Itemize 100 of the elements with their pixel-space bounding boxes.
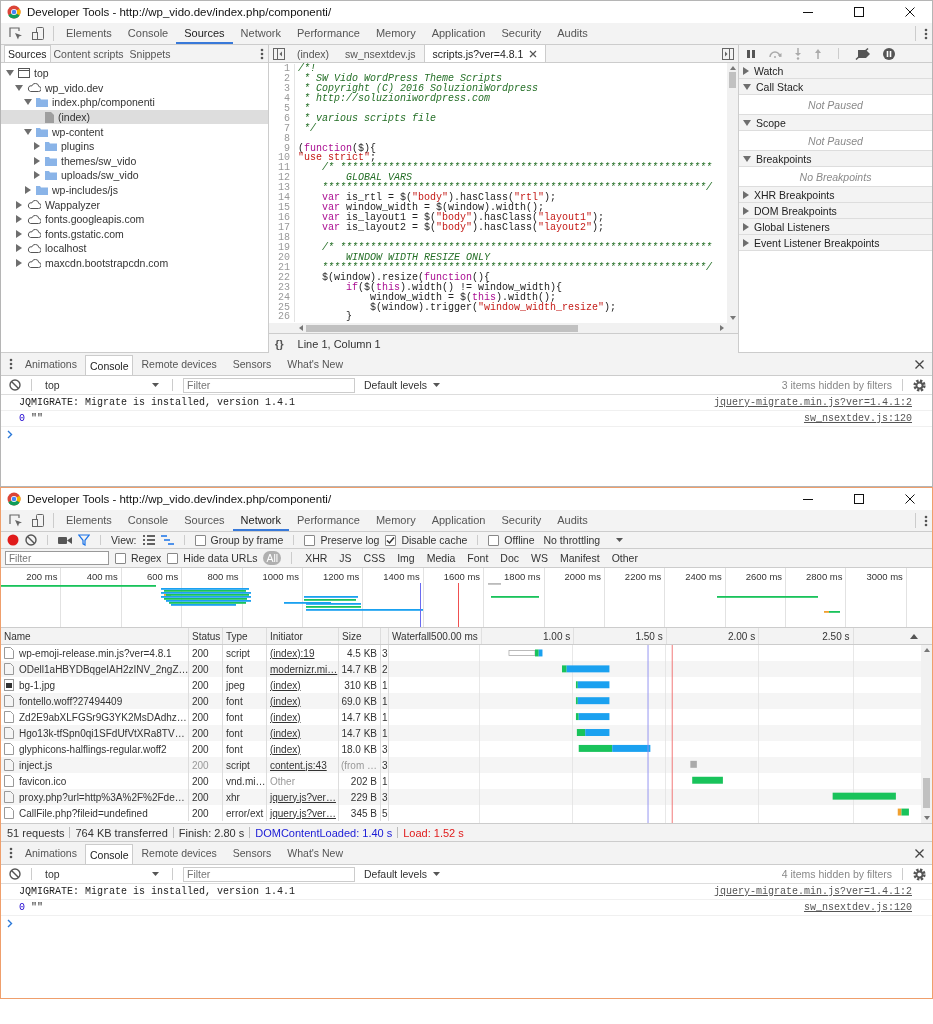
file-name[interactable]: Zd2E9abXLFGSr9G3YK2MsDAdhz…: [19, 711, 187, 723]
initiator-link[interactable]: (index): [270, 743, 301, 755]
section-header[interactable]: Event Listener Breakpoints: [739, 235, 932, 251]
tree-item[interactable]: (index): [1, 109, 268, 125]
type-filter-button[interactable]: Other: [608, 551, 641, 565]
disclosure-triangle-icon[interactable]: [34, 142, 40, 151]
overview-icon[interactable]: [160, 535, 174, 545]
initiator-link[interactable]: (index): [270, 679, 301, 691]
deactivate-breakpoints-icon[interactable]: [855, 47, 871, 60]
checkbox[interactable]: [115, 552, 126, 564]
checkbox[interactable]: [488, 534, 500, 546]
navigator-tab[interactable]: Content scripts: [50, 45, 127, 62]
type-filter-button[interactable]: XHR: [302, 551, 331, 565]
clear-console-icon[interactable]: [9, 868, 21, 880]
tree-item[interactable]: maxcdn.bootstrapcdn.com: [1, 255, 268, 271]
clear-icon[interactable]: [25, 534, 37, 546]
throttling-dropdown[interactable]: No throttling: [540, 534, 627, 546]
inspect-element-icon[interactable]: [9, 513, 23, 528]
initiator-link[interactable]: content.js:43: [270, 759, 327, 771]
column-header[interactable]: Initiator: [267, 628, 339, 644]
file-name[interactable]: ODell1aHBYDBqgeIAH2zINV_2ngZ…: [19, 663, 189, 675]
panel-tab[interactable]: Network: [232, 23, 289, 44]
maximize-icon[interactable]: [854, 7, 864, 17]
tree-item[interactable]: wp-content: [1, 124, 268, 139]
tree-item[interactable]: themes/sw_vido: [1, 153, 268, 169]
file-name[interactable]: Hgo13k-tfSpn0qi1SFdUfVtXRa8TV…: [19, 727, 185, 739]
drawer-tab[interactable]: Animations: [17, 842, 85, 864]
file-name[interactable]: glyphicons-halflings-regular.woff2: [19, 743, 167, 755]
tree-item[interactable]: localhost: [1, 241, 268, 256]
panel-tab[interactable]: Audits: [549, 510, 596, 531]
file-name[interactable]: proxy.php?url=http%3A%2F%2Fde…: [19, 791, 185, 803]
more-options-icon[interactable]: [9, 847, 13, 859]
more-options-icon[interactable]: [9, 358, 13, 370]
column-header[interactable]: Size: [339, 628, 381, 644]
close-icon[interactable]: [905, 7, 915, 17]
tree-item[interactable]: plugins: [1, 138, 268, 154]
panel-tab[interactable]: Elements: [58, 510, 120, 531]
initiator-link[interactable]: (index): [270, 727, 301, 739]
vertical-scrollbar[interactable]: [727, 63, 738, 323]
drawer-tab[interactable]: Animations: [17, 353, 85, 375]
section-header[interactable]: DOM Breakpoints: [739, 203, 932, 219]
disclosure-triangle-icon[interactable]: [15, 84, 23, 91]
panel-tab[interactable]: Sources: [176, 510, 233, 531]
drawer-tab[interactable]: Remote devices: [133, 353, 225, 375]
initiator-link[interactable]: (index): [270, 711, 301, 723]
close-icon[interactable]: [905, 494, 915, 504]
context-dropdown[interactable]: top: [42, 379, 162, 391]
tree-item[interactable]: wp_vido.dev: [1, 80, 268, 96]
disclosure-triangle-icon[interactable]: [24, 128, 32, 135]
navigator-tab[interactable]: Sources: [4, 45, 51, 62]
source-link[interactable]: jquery-migrate.min.js?ver=1.4.1:2: [713, 397, 912, 408]
checkbox[interactable]: [385, 534, 397, 546]
type-filter-button[interactable]: Font: [464, 551, 492, 565]
checkbox[interactable]: [194, 534, 206, 546]
filter-field[interactable]: Filter: [183, 866, 355, 882]
device-toolbar-icon[interactable]: [31, 26, 45, 41]
source-link[interactable]: jquery-migrate.min.js?ver=1.4.1:2: [713, 886, 912, 897]
type-filter-button[interactable]: Media: [423, 551, 459, 565]
more-options-icon[interactable]: [260, 47, 264, 60]
navigator-tab[interactable]: Snippets: [126, 45, 174, 62]
disclosure-triangle-icon[interactable]: [34, 171, 40, 180]
panel-tab[interactable]: Elements: [58, 23, 120, 44]
type-filter-button[interactable]: JS: [336, 551, 355, 565]
initiator-link[interactable]: jquery.js?ver…: [270, 791, 336, 803]
close-icon[interactable]: [915, 848, 924, 858]
initiator-link[interactable]: modernizr.mi…: [270, 663, 338, 675]
tree-item[interactable]: top: [1, 66, 268, 81]
more-options-icon[interactable]: [924, 514, 928, 527]
file-name[interactable]: CallFile.php?fileid=undefined: [19, 807, 148, 819]
disclosure-triangle-icon[interactable]: [16, 244, 22, 253]
disclosure-triangle-icon[interactable]: [34, 156, 40, 165]
section-header[interactable]: Scope: [739, 115, 932, 131]
clear-console-icon[interactable]: [9, 379, 21, 391]
inspect-element-icon[interactable]: [9, 26, 23, 41]
file-tab[interactable]: scripts.js?ver=4.8.1: [423, 45, 547, 62]
panel-tab[interactable]: Console: [119, 23, 177, 44]
tree-item[interactable]: index.php/componenti: [1, 95, 268, 110]
file-name[interactable]: inject.js: [19, 759, 53, 771]
type-filter-button[interactable]: CSS: [360, 551, 389, 565]
sort-ascending-icon[interactable]: [910, 633, 918, 639]
section-header[interactable]: XHR Breakpoints: [739, 187, 932, 203]
disclosure-triangle-icon[interactable]: [16, 215, 22, 224]
console-prompt-icon[interactable]: [7, 430, 13, 439]
disclosure-triangle-icon[interactable]: [6, 70, 14, 77]
record-icon[interactable]: [7, 534, 19, 546]
panel-tab[interactable]: Security: [493, 23, 550, 44]
type-filter-button[interactable]: Manifest: [556, 551, 603, 565]
tree-item[interactable]: uploads/sw_vido: [1, 168, 268, 183]
type-filter-button[interactable]: Doc: [497, 551, 522, 565]
file-tab[interactable]: (index): [289, 45, 338, 62]
debugger-toggle-icon[interactable]: [722, 47, 734, 60]
drawer-tab[interactable]: Console: [84, 355, 134, 375]
tree-item[interactable]: Wappalyzer: [1, 197, 268, 212]
panel-tab[interactable]: Security: [493, 510, 550, 531]
more-options-icon[interactable]: [924, 27, 928, 40]
panel-tab[interactable]: Performance: [288, 510, 368, 531]
panel-tab[interactable]: Audits: [549, 23, 596, 44]
log-levels-dropdown[interactable]: Default levels: [361, 868, 444, 880]
column-header[interactable]: Type: [223, 628, 267, 644]
checkbox[interactable]: [304, 534, 316, 546]
